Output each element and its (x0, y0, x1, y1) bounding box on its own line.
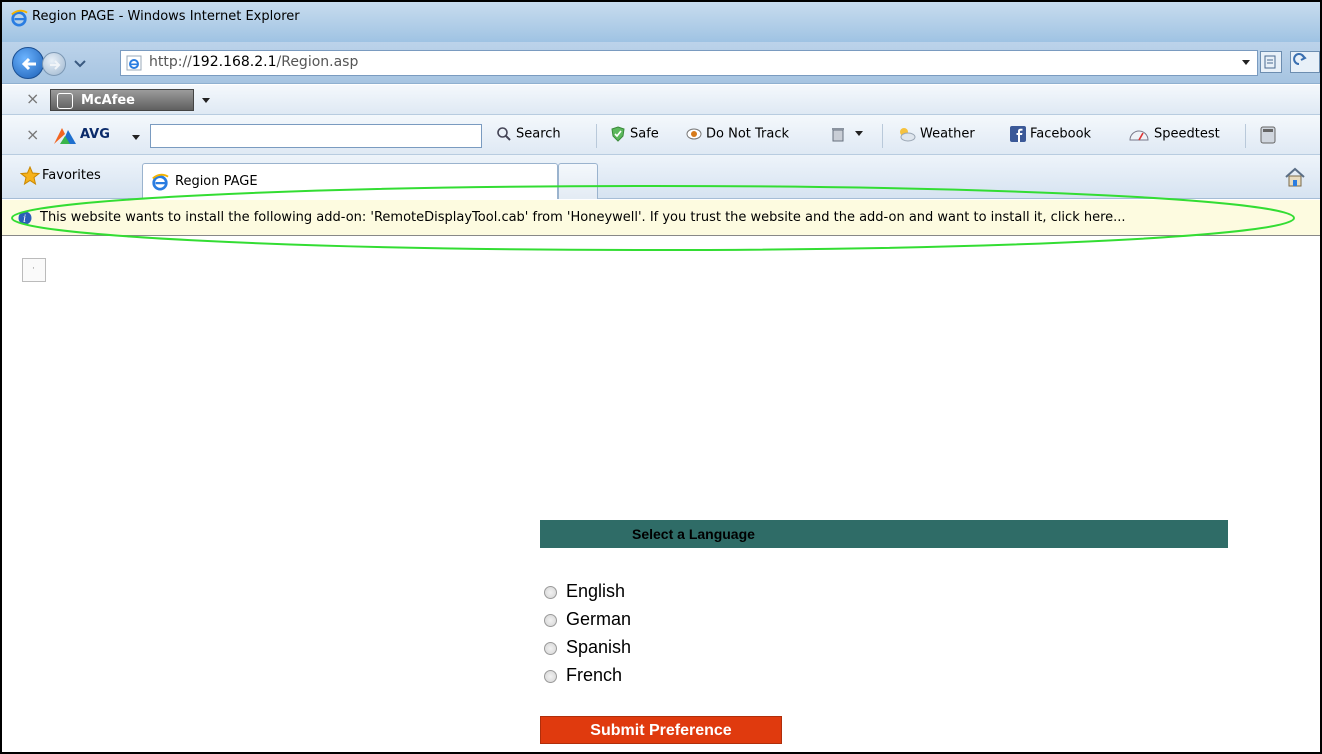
search-icon (497, 127, 511, 141)
favorites-bar: Favorites Region PAGE (2, 155, 1320, 199)
address-row: http://192.168.2.1/Region.asp (2, 42, 1320, 84)
trash-icon (832, 128, 844, 142)
title-bar: Region PAGE - Windows Internet Explorer (2, 2, 1320, 42)
refresh-button[interactable] (1290, 51, 1320, 73)
speedtest-button[interactable]: Speedtest (1128, 126, 1220, 146)
calculator-icon[interactable] (1260, 126, 1276, 144)
internet-explorer-icon (152, 173, 169, 191)
compatibility-icon (1264, 55, 1276, 69)
new-tab-button[interactable] (558, 163, 598, 199)
do-not-track-button[interactable]: Do Not Track (686, 126, 789, 146)
radio-button[interactable] (544, 614, 557, 627)
info-bar-message: This website wants to install the follow… (40, 210, 1126, 225)
page-ie-icon (126, 55, 142, 71)
home-icon[interactable] (1284, 167, 1306, 187)
close-mcafee-toolbar-icon[interactable]: × (26, 89, 39, 108)
avg-logo-icon (54, 128, 76, 144)
svg-text:i: i (23, 214, 26, 225)
compatibility-view-button[interactable] (1260, 51, 1282, 73)
language-header: Select a Language (540, 520, 1228, 548)
back-arrow-icon (21, 57, 36, 71)
addon-install-info-bar[interactable]: i This website wants to install the foll… (2, 200, 1320, 236)
window-title: Region PAGE - Windows Internet Explorer (32, 9, 300, 24)
avg-dropdown-icon[interactable] (130, 134, 142, 142)
radio-button[interactable] (544, 642, 557, 655)
url-text: http://192.168.2.1/Region.asp (149, 54, 359, 70)
address-field[interactable]: http://192.168.2.1/Region.asp (120, 50, 1258, 76)
mcafee-toolbar: × McAfee (2, 85, 1320, 115)
facebook-button[interactable]: Facebook (1010, 126, 1091, 146)
facebook-icon (1010, 126, 1026, 142)
radio-button[interactable] (544, 586, 557, 599)
toolbar-separator (882, 124, 883, 148)
mcafee-label: McAfee (81, 93, 135, 108)
back-button[interactable] (12, 47, 44, 79)
trash-dropdown-button[interactable] (830, 126, 868, 146)
speedometer-icon (1129, 130, 1149, 141)
toolbar-separator (1245, 124, 1246, 148)
safe-button[interactable]: Safe (610, 126, 659, 146)
avg-label: AVG (80, 127, 110, 142)
close-avg-toolbar-icon[interactable]: × (26, 125, 39, 144)
recent-pages-dropdown-icon[interactable] (72, 57, 88, 71)
weather-button[interactable]: Weather (896, 126, 975, 146)
refresh-icon (1293, 53, 1307, 65)
radio-button[interactable] (544, 670, 557, 683)
internet-explorer-icon (11, 9, 28, 27)
forward-button[interactable] (42, 52, 66, 76)
mcafee-button[interactable]: McAfee (50, 89, 194, 111)
tab-region-page[interactable]: Region PAGE (142, 163, 558, 199)
weather-icon (900, 128, 916, 142)
star-icon (20, 166, 40, 186)
address-dropdown-icon[interactable] (1240, 57, 1252, 67)
avg-search-input[interactable] (150, 124, 482, 148)
toolbar-separator (596, 124, 597, 148)
submit-preference-button[interactable]: Submit Preference (540, 716, 782, 744)
avg-toolbar: × AVG Search Safe Do Not Track Weather F… (2, 115, 1320, 155)
broken-image-placeholder: · (22, 258, 46, 282)
mcafee-dropdown-icon[interactable] (200, 97, 212, 105)
forward-arrow-icon (50, 60, 61, 70)
browser-window: Region PAGE - Windows Internet Explorer … (0, 0, 1322, 754)
avg-search-button[interactable]: Search (496, 126, 561, 146)
eye-icon (686, 128, 702, 140)
mcafee-logo-icon (57, 93, 73, 109)
shield-check-icon (611, 126, 625, 142)
info-icon: i (18, 211, 32, 225)
chevron-down-icon (855, 131, 864, 136)
